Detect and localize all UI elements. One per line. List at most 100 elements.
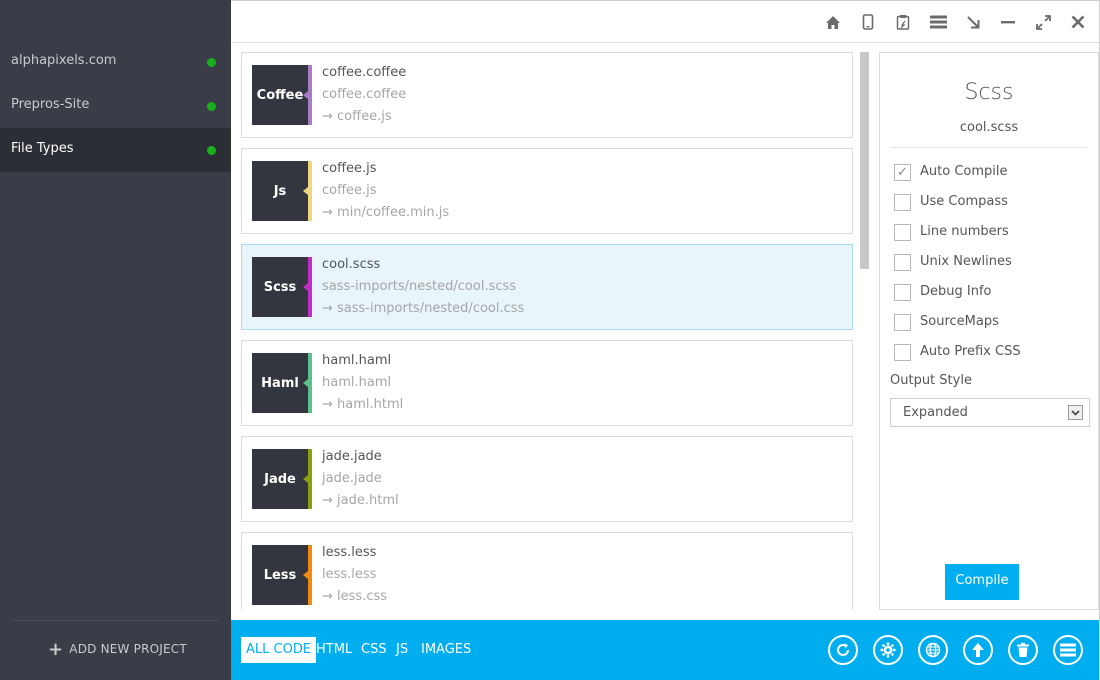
status-dot [207,146,216,155]
checkbox-box[interactable] [894,224,911,241]
fullscreen-icon[interactable] [1033,12,1053,32]
checkbox-label: Auto Compile [920,164,1008,179]
sidebar: alphapixels.com Prepros-Site File Types … [0,0,231,680]
menu-icon[interactable] [928,12,948,32]
file-type-badge: Js [252,161,308,221]
file-output-path: → coffee.js [322,109,392,124]
file-input-path: coffee.js [322,183,377,198]
file-options-panel: Scss cool.scss ✓ Auto Compile Use Compas… [879,52,1099,610]
accent-bar [308,161,312,221]
settings-icon[interactable] [873,635,903,665]
accent-bar [308,353,312,413]
file-output-path: → haml.html [322,397,404,412]
file-item-coffee[interactable]: Coffee coffee.coffee coffee.coffee → cof… [241,52,853,138]
project-item-alphapixels[interactable]: alphapixels.com [0,40,231,84]
accent-bar [308,257,312,317]
arrow-down-right-icon[interactable] [963,12,983,32]
file-input-path: haml.haml [322,375,392,390]
checkbox-label: Use Compass [920,194,1008,209]
accent-arrow [303,379,308,387]
sidebar-divider [11,620,219,621]
accent-bar [308,545,312,605]
file-output-path: → min/coffee.min.js [322,205,450,220]
checkbox-box[interactable] [894,194,911,211]
checkbox-label: Unix Newlines [920,254,1012,269]
refresh-icon[interactable] [828,635,858,665]
file-name: jade.jade [322,449,382,464]
accent-arrow [303,187,308,195]
file-item-less[interactable]: Less less.less less.less → less.css [241,532,853,610]
checkbox-label: Line numbers [920,224,1009,239]
file-name: cool.scss [322,257,381,272]
project-name: File Types [11,141,74,156]
checkbox-label: SourceMaps [920,314,999,329]
project-name: alphapixels.com [11,53,117,68]
file-output-path: → jade.html [322,493,399,508]
accent-arrow [303,283,308,291]
file-item-haml[interactable]: Haml haml.haml haml.haml → haml.html [241,340,853,426]
filter-all-code[interactable]: ALL CODE [241,637,317,663]
chevron-down-icon[interactable] [1068,405,1083,420]
add-new-project-button[interactable]: + ADD NEW PROJECT [48,639,187,660]
titlebar [231,1,1099,43]
checkbox-box[interactable] [894,344,911,361]
file-item-js[interactable]: Js coffee.js coffee.js → min/coffee.min.… [241,148,853,234]
options-title: Scss [964,80,1014,105]
file-list: Coffee coffee.coffee coffee.coffee → cof… [241,52,854,610]
home-icon[interactable] [823,12,843,32]
project-name: Prepros-Site [11,97,90,112]
file-type-badge: Haml [252,353,308,413]
file-input-path: less.less [322,567,377,582]
close-icon[interactable] [1068,12,1088,32]
upload-icon[interactable] [963,635,993,665]
clipboard-icon[interactable] [893,12,913,32]
filter-html[interactable]: HTML [311,637,357,663]
accent-bar [308,65,312,125]
main-area: Coffee coffee.coffee coffee.coffee → cof… [231,0,1100,680]
options-filename: cool.scss [959,120,1019,135]
file-name: less.less [322,545,377,560]
checkbox-box[interactable] [894,284,911,301]
file-type-badge: Less [252,545,308,605]
checkbox-box[interactable] [894,254,911,271]
compile-button[interactable]: Compile [945,564,1019,600]
file-item-jade[interactable]: Jade jade.jade jade.jade → jade.html [241,436,853,522]
file-output-path: → less.css [322,589,388,604]
project-item-file-types[interactable]: File Types [0,128,231,172]
accent-arrow [303,91,308,99]
plus-icon: + [48,639,64,660]
checkbox-label: Debug Info [920,284,992,299]
minimize-icon[interactable] [998,12,1018,32]
checkbox-box[interactable]: ✓ [894,164,911,181]
globe-icon[interactable] [918,635,948,665]
file-type-badge: Jade [252,449,308,509]
file-name: haml.haml [322,353,392,368]
file-output-path: → sass-imports/nested/cool.css [322,301,525,316]
bottom-toolbar: ALL CODE HTML CSS JS IMAGES [231,620,1099,680]
accent-bar [308,449,312,509]
project-item-prepros-site[interactable]: Prepros-Site [0,84,231,128]
file-input-path: jade.jade [322,471,382,486]
file-item-scss[interactable]: Scss cool.scss sass-imports/nested/cool.… [241,244,853,330]
output-style-label: Output Style [890,373,972,388]
file-name: coffee.coffee [322,65,407,80]
accent-arrow [303,571,308,579]
file-type-badge: Scss [252,257,308,317]
file-input-path: sass-imports/nested/cool.scss [322,279,517,294]
list-icon[interactable] [1053,635,1083,665]
filter-images[interactable]: IMAGES [416,637,476,663]
file-name: coffee.js [322,161,377,176]
status-dot [207,102,216,111]
mobile-icon[interactable] [858,12,878,32]
add-project-label: ADD NEW PROJECT [69,642,187,656]
options-divider [891,147,1087,148]
file-type-badge: Coffee [252,65,308,125]
checkbox-label: Auto Prefix CSS [920,344,1021,359]
file-list-scrollbar-thumb[interactable] [860,52,869,269]
checkbox-box[interactable] [894,314,911,331]
output-style-select[interactable]: Expanded [890,398,1090,427]
filter-css[interactable]: CSS [356,637,392,663]
filter-js[interactable]: JS [391,637,413,663]
status-dot [207,58,216,67]
trash-icon[interactable] [1008,635,1038,665]
